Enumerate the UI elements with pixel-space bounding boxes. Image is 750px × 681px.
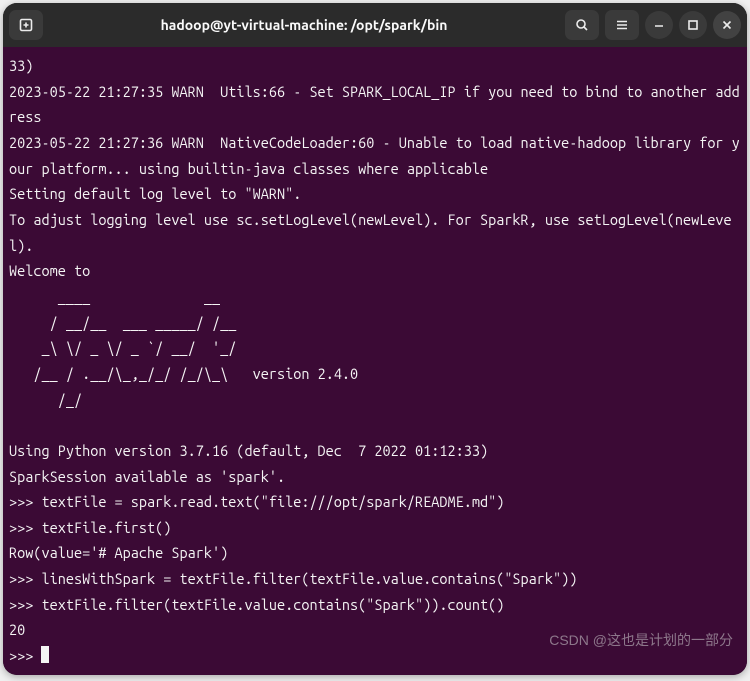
hamburger-icon xyxy=(614,17,630,33)
terminal-output[interactable]: 33) 2023-05-22 21:27:35 WARN Utils:66 - … xyxy=(3,47,747,675)
terminal-window: hadoop@yt-virtual-machine: /opt/spark/bi… xyxy=(3,3,747,675)
maximize-button[interactable] xyxy=(679,11,707,39)
window-title: hadoop@yt-virtual-machine: /opt/spark/bi… xyxy=(49,17,559,33)
new-tab-icon xyxy=(18,17,34,33)
titlebar: hadoop@yt-virtual-machine: /opt/spark/bi… xyxy=(3,3,747,47)
close-button[interactable] xyxy=(713,11,741,39)
close-icon xyxy=(719,17,735,33)
maximize-icon xyxy=(685,17,701,33)
new-tab-button[interactable] xyxy=(9,10,43,40)
search-icon xyxy=(574,17,590,33)
search-button[interactable] xyxy=(565,10,599,40)
menu-button[interactable] xyxy=(605,10,639,40)
minimize-icon xyxy=(651,17,667,33)
cursor xyxy=(41,646,49,663)
watermark: CSDN @这也是计划的一部分 xyxy=(549,628,733,653)
terminal-text: 33) 2023-05-22 21:27:35 WARN Utils:66 - … xyxy=(9,57,740,664)
minimize-button[interactable] xyxy=(645,11,673,39)
